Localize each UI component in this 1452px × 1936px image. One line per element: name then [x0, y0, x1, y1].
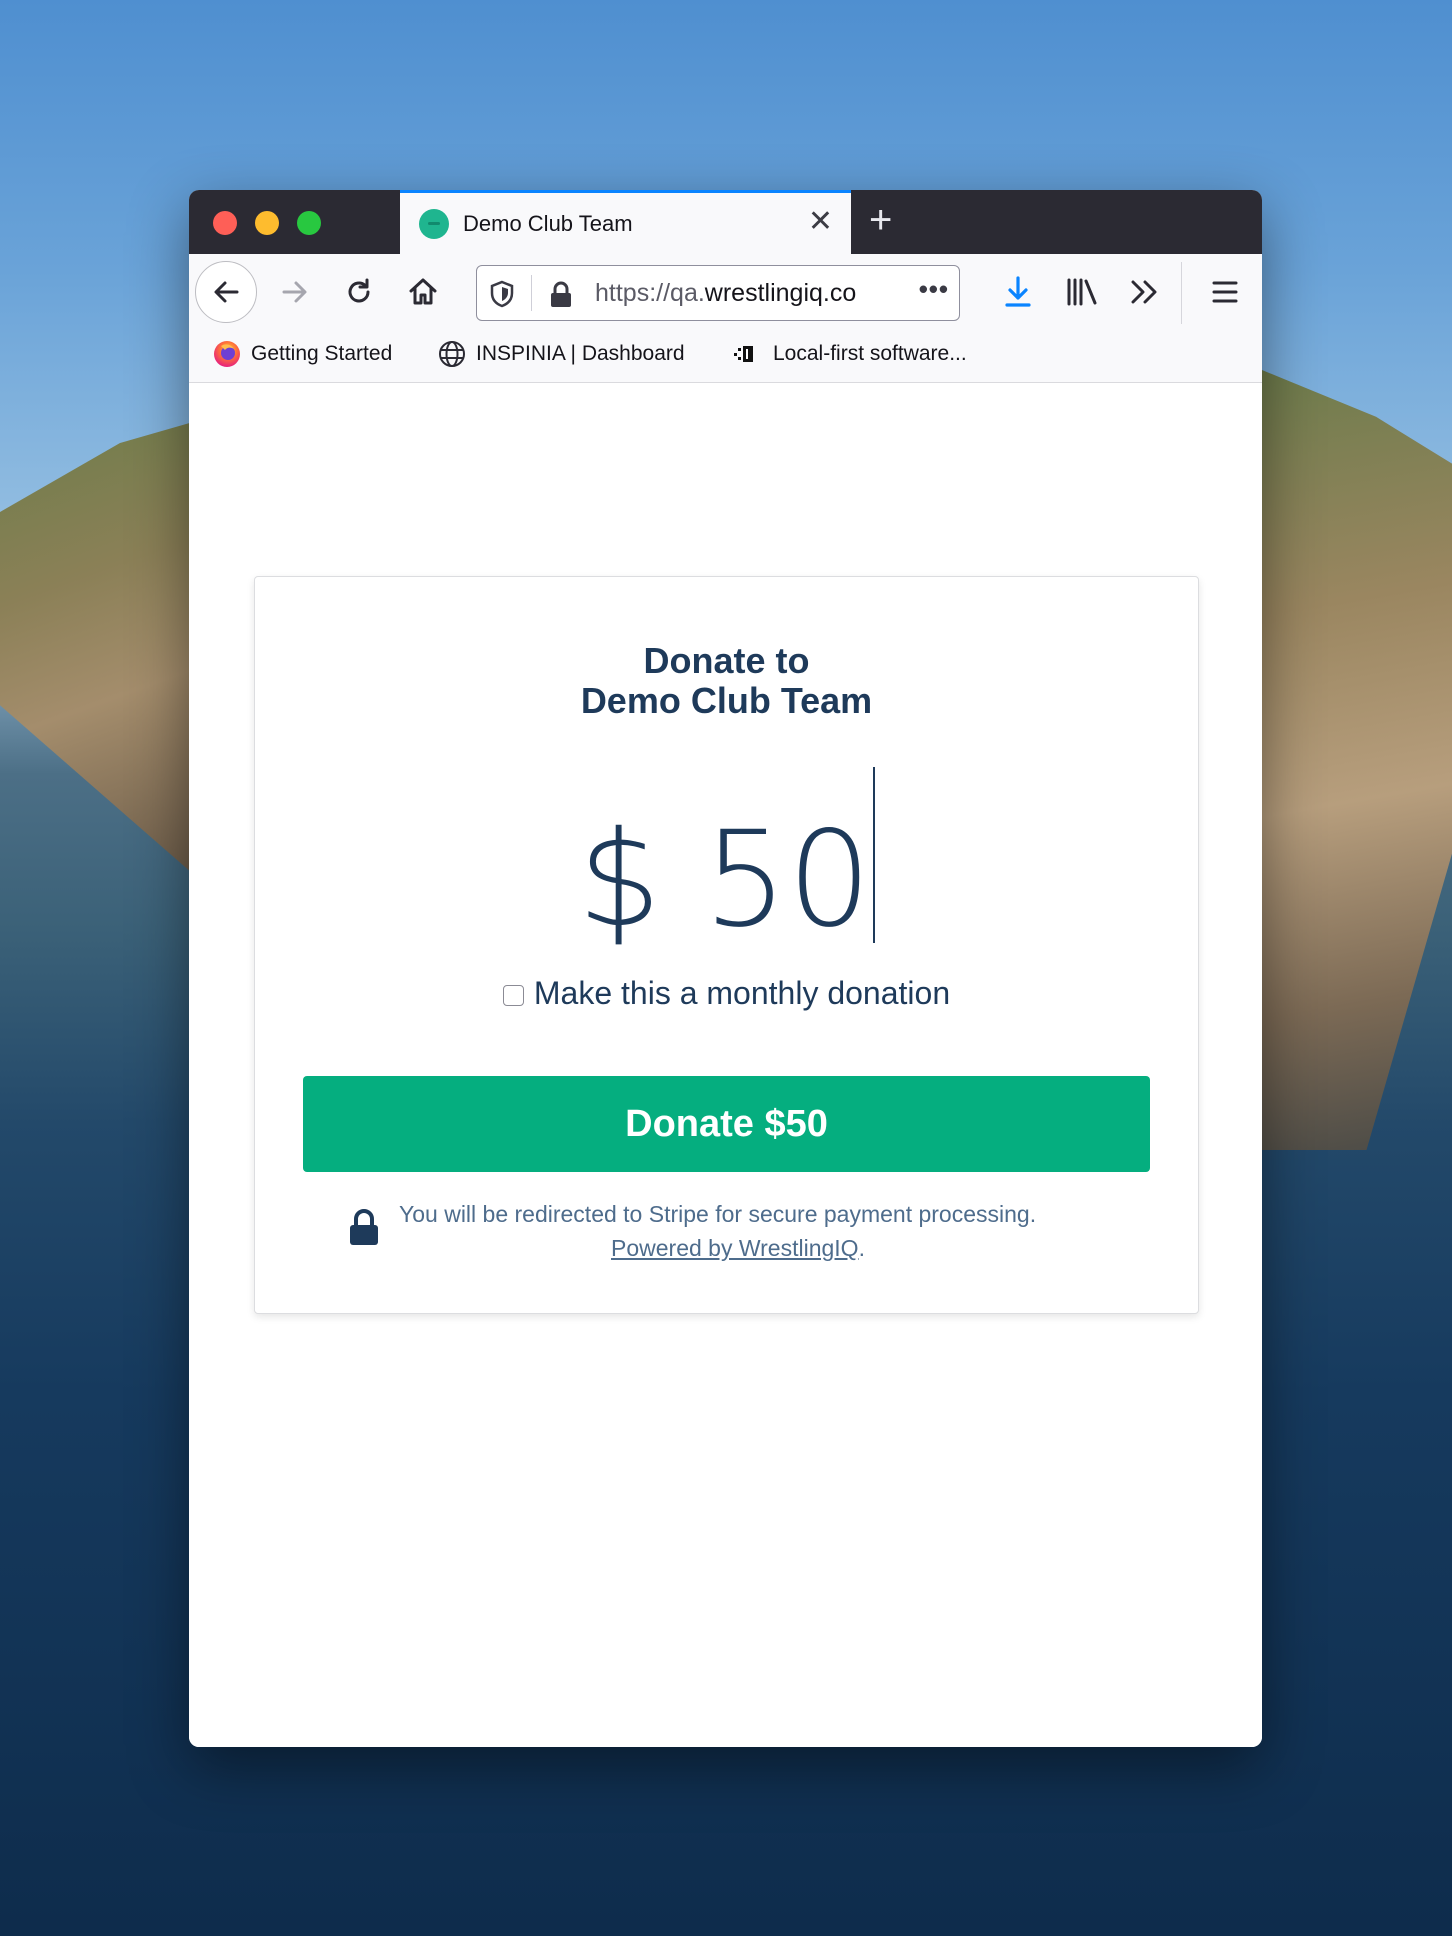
tab-title: Demo Club Team — [463, 211, 633, 236]
desktop-island-left — [0, 420, 200, 880]
forward-button[interactable] — [271, 268, 319, 316]
powered-by-suffix: . — [858, 1235, 865, 1261]
url-host: wrestlingiq.co — [704, 279, 857, 307]
bookmarks-toolbar: Getting Started INSPINIA | Dashboard Loc… — [189, 330, 1262, 383]
donate-button[interactable]: Donate $50 — [303, 1076, 1150, 1172]
bookmark-getting-started[interactable]: Getting Started — [213, 340, 392, 368]
donation-title: Donate to Demo Club Team — [255, 641, 1198, 721]
chevrons-right-icon — [1131, 280, 1157, 304]
monthly-donation-checkbox[interactable] — [502, 985, 524, 1006]
firefox-icon — [214, 341, 240, 367]
minimize-window-button[interactable] — [255, 211, 279, 235]
text-cursor — [873, 767, 876, 943]
amount-input[interactable]: $ 50 — [255, 767, 1198, 955]
bookmark-local-first-software[interactable]: Local-first software... — [729, 340, 967, 368]
page-actions-more-icon[interactable]: ••• — [919, 274, 949, 305]
bookmark-label: Local-first software... — [773, 342, 967, 365]
navigation-toolbar: https://qa.wrestlingiq.co ••• — [189, 254, 1262, 330]
site-icon — [734, 346, 753, 362]
tab-bar: Demo Club Team ✕ + — [189, 190, 1262, 254]
tab-favicon-icon — [419, 209, 449, 239]
powered-by-line: Powered by WrestlingIQ. — [611, 1231, 865, 1265]
donation-title-line1: Donate to — [643, 640, 810, 681]
library-icon — [1067, 278, 1097, 306]
reload-icon — [348, 278, 370, 303]
bookmark-label: INSPINIA | Dashboard — [476, 342, 685, 365]
zoom-window-button[interactable] — [297, 211, 321, 235]
toolbar-divider — [1181, 262, 1182, 324]
address-bar[interactable]: https://qa.wrestlingiq.co ••• — [476, 265, 960, 321]
downloads-button[interactable] — [994, 268, 1042, 316]
amount-value: $ 50 — [577, 803, 872, 957]
desktop-island-right — [1262, 370, 1452, 1150]
bookmark-inspinia-dashboard[interactable]: INSPINIA | Dashboard — [438, 340, 685, 368]
page-content: Donate to Demo Club Team $ 50 Make this … — [189, 383, 1262, 1747]
redirect-note: You will be redirected to Stripe for sec… — [399, 1201, 1037, 1227]
tracking-protection-shield-icon[interactable] — [489, 280, 515, 308]
home-icon — [409, 278, 437, 305]
overflow-menu-button[interactable] — [1120, 268, 1168, 316]
hamburger-menu-icon — [1212, 281, 1238, 303]
download-icon — [1005, 276, 1031, 307]
url-text[interactable]: https://qa.wrestlingiq.co — [595, 279, 913, 308]
reload-button[interactable] — [335, 268, 383, 316]
home-button[interactable] — [399, 268, 447, 316]
monthly-donation-option[interactable]: Make this a monthly donation — [255, 975, 1198, 1012]
close-tab-icon[interactable]: ✕ — [808, 207, 833, 237]
url-prefix: https://qa. — [595, 279, 705, 307]
monthly-donation-label[interactable]: Make this a monthly donation — [534, 975, 950, 1011]
lock-icon — [350, 1209, 378, 1245]
powered-by-link[interactable]: Powered by WrestlingIQ — [611, 1235, 859, 1261]
address-bar-divider — [531, 275, 532, 311]
lock-icon[interactable] — [549, 281, 573, 309]
arrow-left-icon — [214, 281, 239, 303]
browser-window: Demo Club Team ✕ + https://qa.wrestlingi… — [189, 190, 1262, 1747]
app-menu-button[interactable] — [1201, 268, 1249, 316]
arrow-right-icon — [282, 281, 307, 303]
library-button[interactable] — [1058, 268, 1106, 316]
donation-card: Donate to Demo Club Team $ 50 Make this … — [254, 576, 1199, 1314]
donation-title-line2: Demo Club Team — [580, 680, 873, 721]
close-window-button[interactable] — [213, 211, 237, 235]
globe-icon — [439, 341, 465, 367]
new-tab-button[interactable]: + — [869, 198, 892, 242]
tab-demo-club-team[interactable]: Demo Club Team ✕ — [400, 190, 851, 254]
back-button[interactable] — [195, 261, 257, 323]
bookmark-label: Getting Started — [251, 342, 393, 365]
